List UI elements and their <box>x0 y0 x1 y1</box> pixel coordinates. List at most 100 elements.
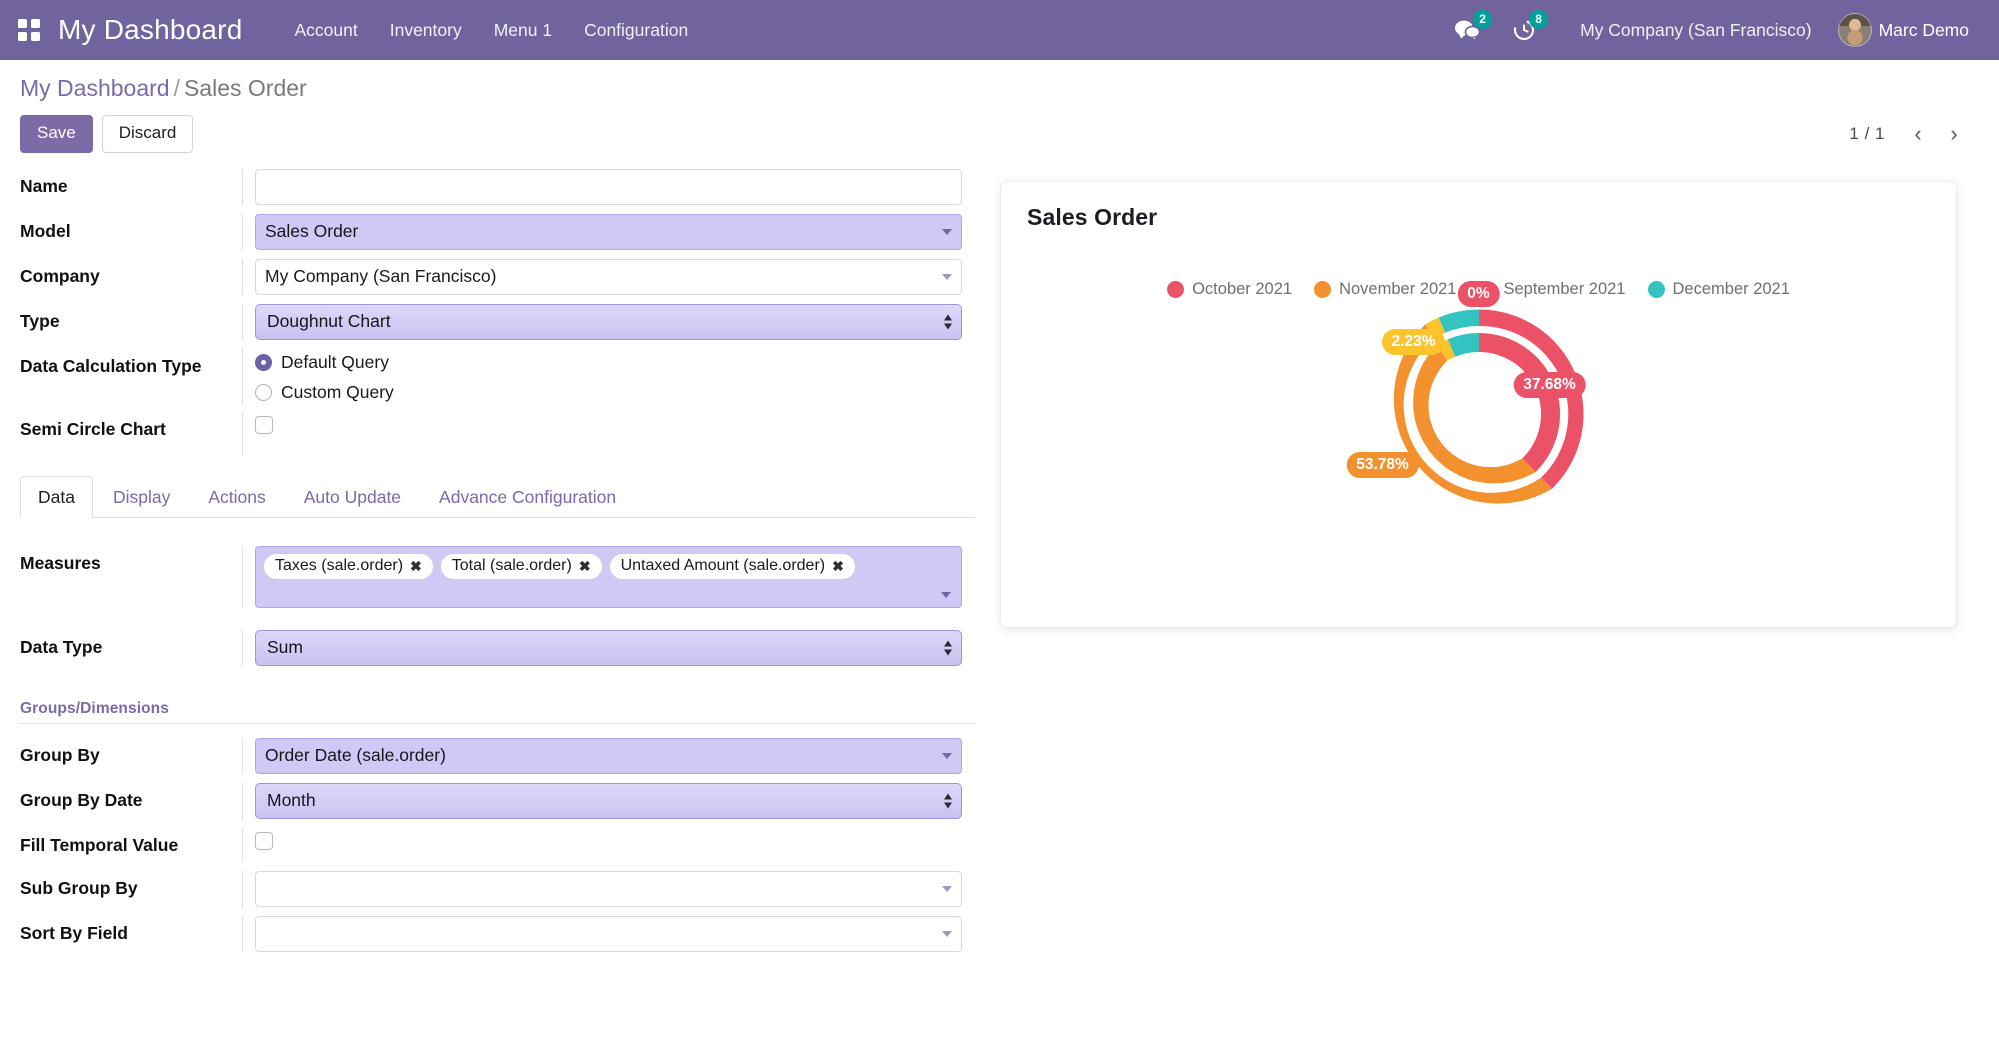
messages-menu[interactable]: 2 <box>1438 10 1496 48</box>
caret-up-icon <box>944 793 952 800</box>
measures-tags-input[interactable]: Taxes (sale.order) ✖ Total (sale.order) … <box>255 545 962 608</box>
form-sheet: Name Model Sales Order Company My Compan… <box>0 168 1999 628</box>
company-value: My Company (San Francisco) <box>255 258 962 295</box>
field-data-type: Data Type Sum <box>20 629 975 666</box>
select-spinner-icon <box>944 314 952 330</box>
apps-grid-cell <box>18 19 27 28</box>
tab-advance-configuration[interactable]: Advance Configuration <box>421 476 634 518</box>
field-label-data-type: Data Type <box>20 636 103 657</box>
sub-group-by-value <box>255 870 962 907</box>
legend-item-december-2021[interactable]: December 2021 <box>1647 280 1790 299</box>
radio-default-query[interactable]: Default Query <box>255 352 394 373</box>
field-label-sort-by-field: Sort By Field <box>20 922 128 943</box>
radio-custom-query-label: Custom Query <box>281 381 394 402</box>
messages-badge: 2 <box>1473 10 1493 29</box>
measure-tag[interactable]: Total (sale.order) ✖ <box>439 552 603 580</box>
menu-item-account[interactable]: Account <box>278 12 373 49</box>
groups-dimensions-separator: Groups/Dimensions <box>0 700 975 724</box>
activities-badge: 8 <box>1529 10 1549 29</box>
breadcrumb-separator: / <box>173 75 180 101</box>
user-menu[interactable]: Marc Demo <box>1826 7 1977 53</box>
data-calculation-type-radios: Default Query Custom Query <box>255 349 394 403</box>
navbar-right-group: 2 8 My Company (San Francisco) Marc Demo <box>1438 7 1977 53</box>
group-by-select[interactable]: Order Date (sale.order) <box>255 737 962 774</box>
tab-auto-update[interactable]: Auto Update <box>286 476 419 518</box>
tab-display[interactable]: Display <box>95 476 188 518</box>
activities-menu[interactable]: 8 <box>1496 10 1552 48</box>
field-semi-circle-chart: Semi Circle Chart <box>20 411 975 456</box>
field-fill-temporal-value: Fill Temporal Value <box>20 827 975 862</box>
radio-custom-query[interactable]: Custom Query <box>255 382 394 403</box>
top-navbar: My Dashboard Account Inventory Menu 1 Co… <box>0 0 1999 60</box>
company-switcher[interactable]: My Company (San Francisco) <box>1566 12 1825 49</box>
measure-tag[interactable]: Untaxed Amount (sale.order) ✖ <box>608 552 856 580</box>
name-input[interactable] <box>255 168 962 205</box>
field-group-by: Group By Order Date (sale.order) <box>20 737 975 774</box>
remove-tag-icon[interactable]: ✖ <box>579 559 591 573</box>
type-select[interactable]: Doughnut Chart <box>255 303 962 340</box>
field-sort-by-field: Sort By Field <box>20 915 975 952</box>
apps-grid-cell <box>18 32 27 41</box>
save-button[interactable]: Save <box>20 115 93 153</box>
field-label-fill-temporal-value: Fill Temporal Value <box>20 834 179 855</box>
field-label-name: Name <box>20 175 68 196</box>
chart-title: Sales Order <box>1027 203 1158 230</box>
control-panel: My Dashboard / Sales Order Save Discard 1 … <box>0 60 1999 169</box>
chevron-right-icon[interactable]: › <box>1939 119 1969 149</box>
measure-tag[interactable]: Taxes (sale.order) ✖ <box>263 552 434 580</box>
menu-item-configuration[interactable]: Configuration <box>568 12 704 49</box>
legend-dot <box>1647 280 1665 298</box>
pager-count: 1 / 1 <box>1849 123 1885 143</box>
radio-custom-query-dot <box>255 383 272 401</box>
separator-line <box>20 722 975 724</box>
field-label-group-by: Group By <box>20 744 100 765</box>
select-spinner-icon <box>944 793 952 809</box>
field-model: Model Sales Order <box>20 213 975 250</box>
chart-label-inner-october: 0% <box>1457 280 1500 307</box>
tab-actions[interactable]: Actions <box>190 476 283 518</box>
legend-item-september-2021[interactable]: September 2021 <box>1478 280 1626 299</box>
tab-data[interactable]: Data <box>20 475 93 518</box>
caret-down-icon <box>944 323 952 330</box>
semi-circle-chart-checkbox[interactable] <box>255 415 273 434</box>
legend-item-october-2021[interactable]: October 2021 <box>1167 280 1292 299</box>
select-spinner-icon <box>944 640 952 656</box>
company-select[interactable]: My Company (San Francisco) <box>255 258 962 295</box>
field-control-sub-group-by <box>242 870 975 907</box>
dashboard-chart-card: Sales Order October 2021 November 2021 S… <box>1000 180 1957 628</box>
group-by-value: Order Date (sale.order) <box>255 737 962 774</box>
apps-grid-icon[interactable] <box>18 19 40 41</box>
breadcrumb-root[interactable]: My Dashboard <box>20 75 170 101</box>
chevron-down-icon <box>941 591 951 598</box>
doughnut-chart[interactable]: 0% 2.23% 37.68% 53.78% <box>1346 280 1586 521</box>
breadcrumb: My Dashboard / Sales Order <box>20 75 1977 101</box>
discard-button[interactable]: Discard <box>101 115 194 153</box>
measure-tag-label: Taxes (sale.order) <box>275 556 404 574</box>
chart-label-outer-september: 2.23% <box>1381 328 1446 355</box>
legend-item-november-2021[interactable]: November 2021 <box>1314 280 1456 299</box>
field-control-fill-temporal-value <box>242 827 975 862</box>
menu-item-menu-1[interactable]: Menu 1 <box>478 12 568 49</box>
remove-tag-icon[interactable]: ✖ <box>832 559 844 573</box>
field-label-company: Company <box>20 265 100 286</box>
remove-tag-icon[interactable]: ✖ <box>410 559 422 573</box>
legend-dot <box>1314 280 1332 298</box>
field-label-semi-circle-chart: Semi Circle Chart <box>20 418 166 439</box>
sub-group-by-select[interactable] <box>255 870 962 907</box>
field-control-name <box>242 168 975 205</box>
data-type-value: Sum <box>267 637 303 658</box>
inner-slice-november-2021 <box>1412 344 1536 484</box>
data-type-select[interactable]: Sum <box>255 629 962 666</box>
tab-panel-data: Measures Taxes (sale.order) ✖ Total (sal… <box>20 518 975 666</box>
model-select[interactable]: Sales Order <box>255 213 962 250</box>
sort-by-field-select[interactable] <box>255 915 962 952</box>
group-by-date-select[interactable]: Month <box>255 782 962 819</box>
chevron-left-icon[interactable]: ‹ <box>1903 119 1933 149</box>
brand-title[interactable]: My Dashboard <box>58 14 242 46</box>
field-control-model: Sales Order <box>242 213 975 250</box>
field-data-calculation-type: Data Calculation Type Default Query Cust… <box>20 348 975 403</box>
field-label-sub-group-by: Sub Group By <box>20 877 138 898</box>
field-control-data-calculation-type: Default Query Custom Query <box>242 348 975 403</box>
menu-item-inventory[interactable]: Inventory <box>374 12 478 49</box>
fill-temporal-value-checkbox[interactable] <box>255 831 273 850</box>
